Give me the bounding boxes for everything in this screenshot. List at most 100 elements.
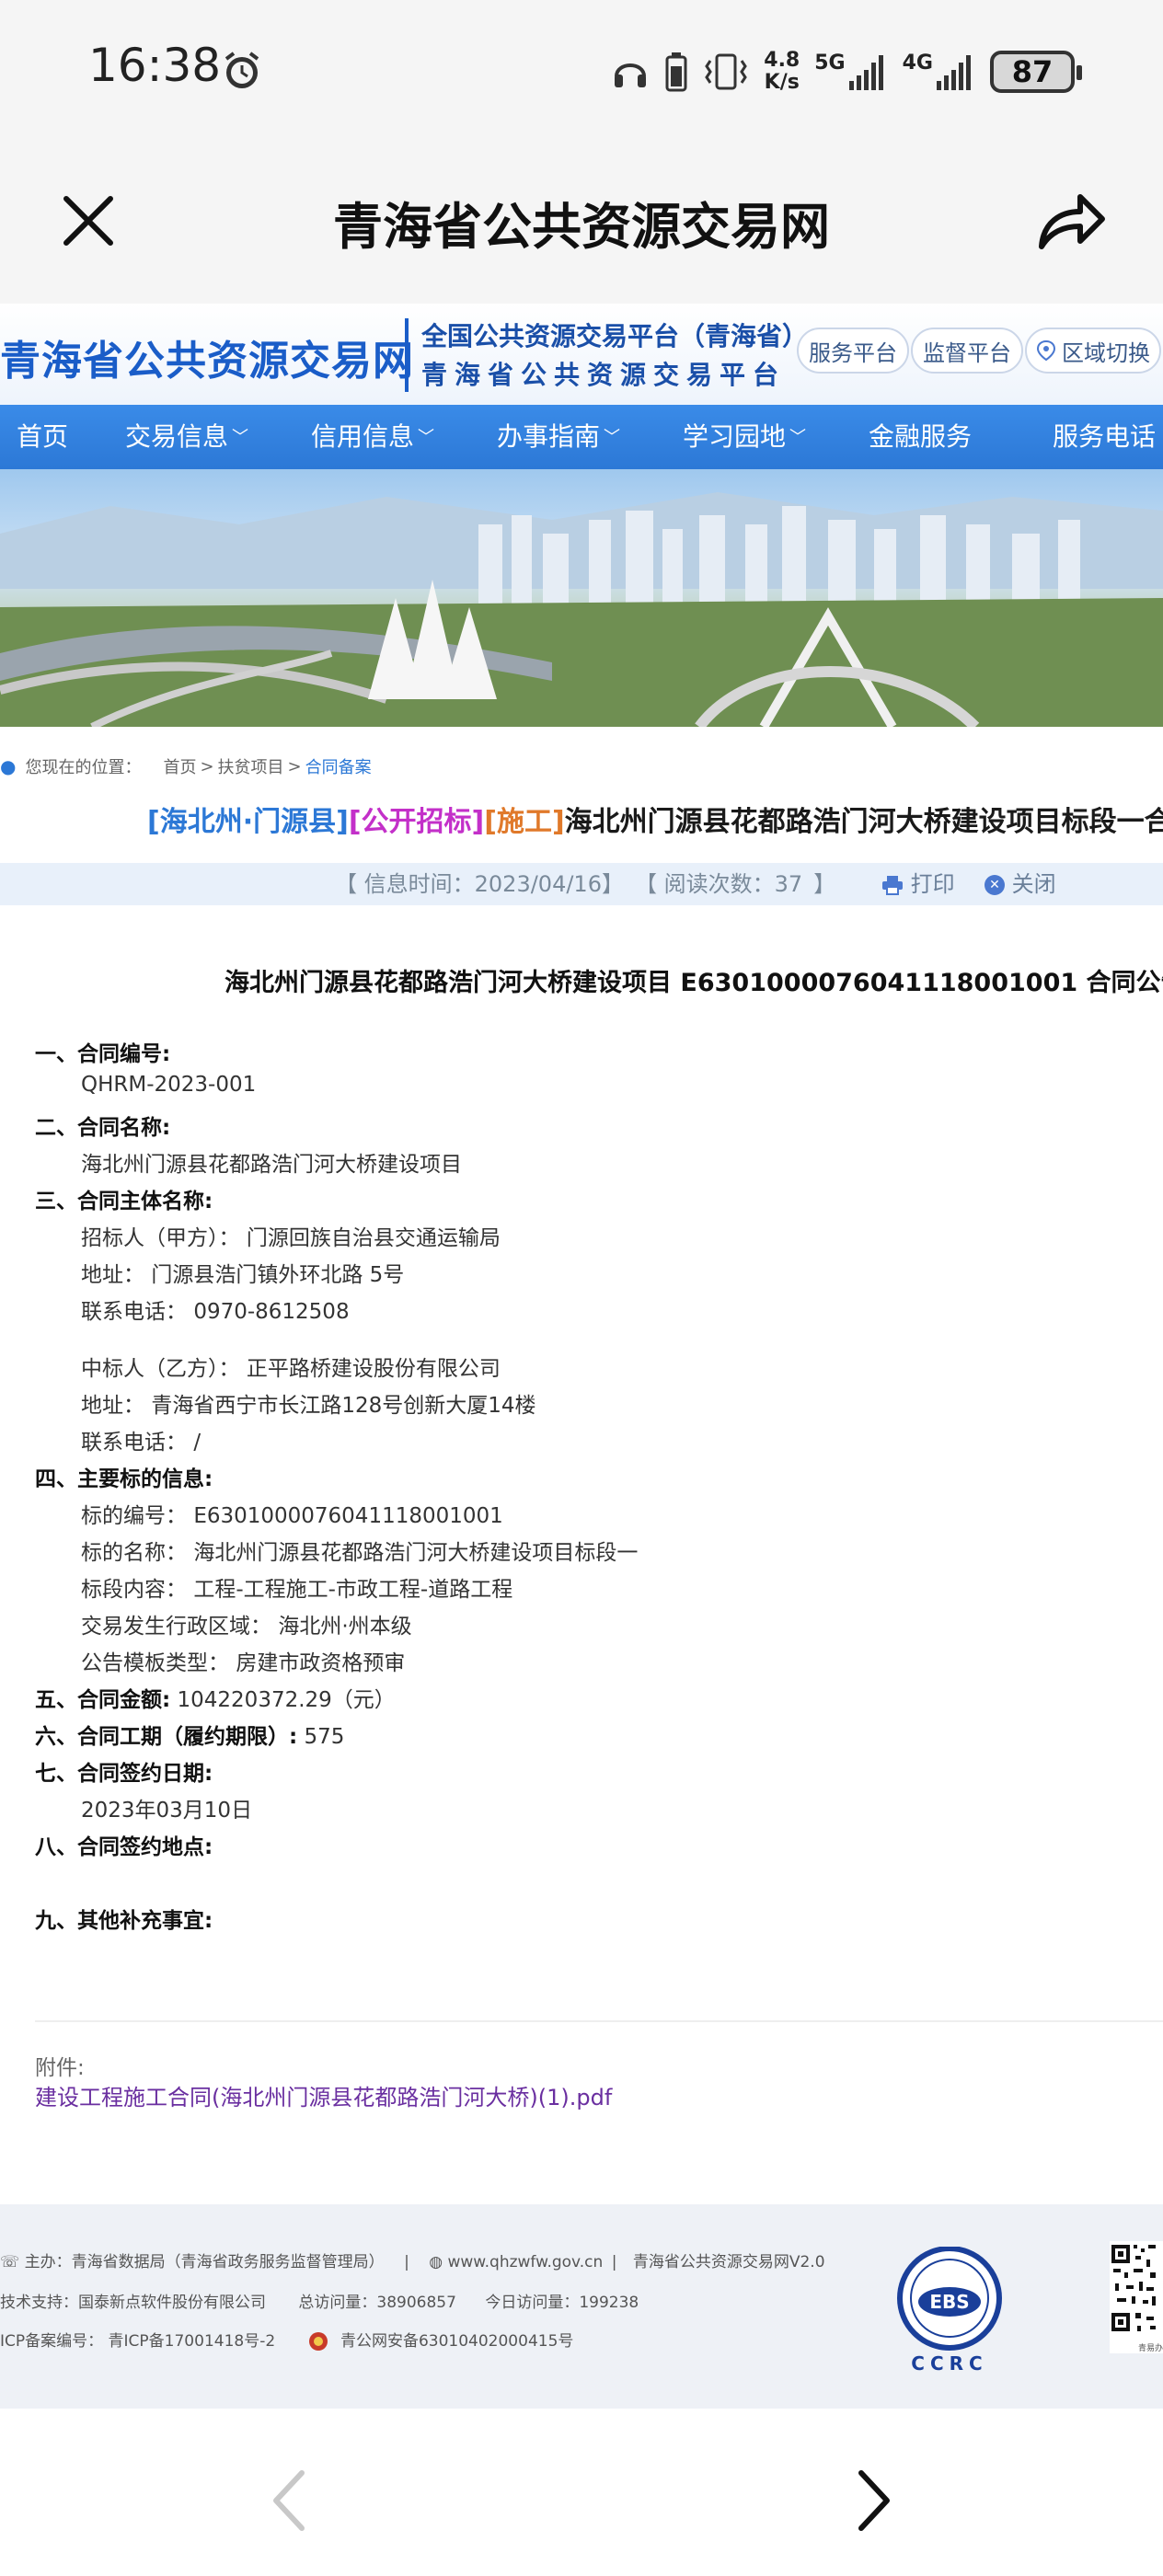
qr-code-icon [1111,2245,1156,2331]
site-header: 青海省公共资源交易网 全国公共资源交易平台（青海省） 青海省公共资源交易平台 服… [0,304,1163,405]
contract-duration: 六、合同工期（履约期限）: 575 [35,1725,345,1749]
bottom-nav [0,2409,1163,2576]
svg-text:EBS: EBS [929,2291,969,2313]
read-count: 【 阅读次数：37】 [635,871,836,897]
party-a-phone: 联系电话： 0970-8612508 [81,1300,350,1324]
nav-item-home[interactable]: 首页 [17,405,68,469]
printer-icon [882,876,903,895]
footer-row-1: ☏ 主办：青海省数据局（青海省政务服务监督管理局） | ◍ www.qhzwfw… [0,2253,825,2271]
headphones-icon [615,63,647,87]
breadcrumb-item-poverty[interactable]: 扶贫项目 [218,754,284,778]
status-bar: 16:38 4.8 K/s 5G 4G 87 [0,0,1163,147]
article-title-text: 海北州门源县花都路浩门河大桥建设项目标段一合同 [564,806,1163,838]
breadcrumb-separator: > [287,756,302,776]
nav-item-guide[interactable]: 办事指南 ﹀ [497,405,620,469]
close-page-button[interactable]: ✕ 关闭 [985,863,1056,905]
breadcrumb-item-current[interactable]: 合同备案 [305,754,372,778]
chevron-left-icon[interactable] [263,2464,318,2537]
footer-row-2: 技术支持：国泰新点软件股份有限公司 总访问量：38906857 今日访问量：19… [0,2294,639,2312]
party-a: 招标人（甲方）： 门源回族自治县交通运输局 [81,1226,501,1250]
section-2-label: 二、合同名称: [35,1116,171,1140]
breadcrumb-prefix: 您现在的位置： [25,758,142,777]
site-footer: ☏ 主办：青海省数据局（青海省政务服务监督管理局） | ◍ www.qhzwfw… [0,2204,1163,2409]
qr-code: 青易办 [1110,2241,1163,2353]
section-4-label: 四、主要标的信息: [35,1467,213,1491]
signal-5g: 5G [814,52,887,92]
alarm-icon [225,52,259,88]
status-time: 16:38 [88,39,222,92]
location-pin-icon [1036,339,1056,362]
site-subtitle-1: 全国公共资源交易平台（青海省） [421,321,809,351]
contract-number: QHRM-2023-001 [81,1073,257,1097]
signal-4g: 4G [903,52,975,92]
ccrc-badge-icon[interactable]: EBS CCRC [894,2247,1014,2375]
vibrate-icon [705,53,748,90]
region-switch-button[interactable]: 区域切换 [1025,328,1161,374]
template-type: 公告模板类型： 房建市政资格预审 [81,1651,406,1675]
article-info-bar: 【 信息时间：2023/04/16】 【 阅读次数：37】 打印 ✕ 关闭 [0,863,1163,905]
contract-heading: 海北州门源县花都路浩门河大桥建设项目 E63010000760411180010… [225,969,1163,997]
party-b: 中标人（乙方）： 正平路桥建设股份有限公司 [81,1357,501,1381]
nav-item-finance[interactable]: 金融服务 [869,405,972,469]
signal-icon [848,55,883,90]
phone-icon: ☏ [0,2253,20,2271]
qr-caption: 青易办 [1137,2344,1163,2353]
share-icon[interactable] [1029,180,1111,263]
section-1-label: 一、合同编号: [35,1042,171,1066]
breadcrumb: ● 您现在的位置： 首页 > 扶贫项目 > 合同备案 [0,753,372,780]
city-banner-image [0,469,1163,727]
footer-row-3: ICP备案编号： 青ICP备17001418号-2 青公网安备630104020… [0,2332,574,2351]
nav-item-credit-info[interactable]: 信用信息 ﹀ [311,405,434,469]
party-b-address: 地址： 青海省西宁市长江路128号创新大厦14楼 [81,1394,536,1418]
chevron-down-icon: ﹀ [232,428,249,447]
section-9-label: 九、其他补充事宜: [35,1909,213,1933]
trade-region: 交易发生行政区域： 海北州·州本级 [81,1615,412,1639]
nav-item-phone[interactable]: 服务电话 [1053,405,1156,469]
signal-icon [937,55,971,90]
status-icons: 4.8 K/s 5G 4G 87 [611,46,1082,98]
service-platform-button[interactable]: 服务平台 [797,328,909,374]
chevron-down-icon: ﹀ [604,428,621,447]
police-emblem-icon [308,2332,333,2351]
article-title: [海北州·门源县][公开招标][施工]海北州门源县花都路浩门河大桥建设项目标段一… [147,799,1163,839]
bid-content: 标段内容： 工程-工程施工-市政工程-道路工程 [81,1578,513,1602]
party-a-address: 地址： 门源县浩门镇外环北路 5号 [81,1263,405,1287]
location-pin-icon: ● [0,755,17,777]
nav-item-trade-info[interactable]: 交易信息 ﹀ [125,405,248,469]
section-7-label: 七、合同签约日期: [35,1762,213,1786]
region-tag: [海北州·门源县] [147,806,349,838]
section-8-label: 八、合同签约地点: [35,1835,213,1859]
app-header: 青海省公共资源交易网 [0,147,1163,304]
globe-icon: ◍ [429,2253,443,2271]
section-3-label: 三、合同主体名称: [35,1190,213,1213]
chevron-right-icon[interactable] [845,2464,900,2537]
bid-number: 标的编号： E6301000076041118001001 [81,1504,503,1528]
project-kind-tag: [施工] [484,806,565,838]
contract-amount: 五、合同金额: 104220372.29（元） [35,1688,396,1712]
bid-name: 标的名称： 海北州门源县花都路浩门河大桥建设项目标段一 [81,1541,639,1565]
sign-date: 2023年03月10日 [81,1799,253,1823]
site-logo[interactable]: 青海省公共资源交易网 [0,328,414,386]
screen: 16:38 4.8 K/s 5G 4G 87 青海省公共资源交易网 青海省公共资… [0,0,1163,2576]
svg-text:CCRC: CCRC [911,2352,987,2375]
contract-name: 海北州门源县花都路浩门河大桥建设项目 [81,1153,462,1177]
battery-indicator: 87 [990,51,1082,93]
attachment-link[interactable]: 建设工程施工合同(海北州门源县花都路浩门河大桥)(1).pdf [35,2079,612,2111]
attachment-label: 附件: [35,2056,85,2080]
logo-divider [405,318,409,392]
print-button[interactable]: 打印 [881,863,955,905]
battery-small-icon [665,52,687,92]
chevron-down-icon: ﹀ [789,428,807,447]
breadcrumb-separator: > [200,756,214,776]
procurement-type-tag: [公开招标] [348,806,485,838]
close-circle-icon: ✕ [985,875,1005,895]
info-time: 【 信息时间：2023/04/16】 [335,871,624,897]
app-title: 青海省公共资源交易网 [333,198,830,256]
main-nav: 首页 交易信息 ﹀ 信用信息 ﹀ 办事指南 ﹀ 学习园地 ﹀ 金融服务 服务电话 [0,405,1163,469]
attachment-divider [35,2020,1163,2022]
banner-illustration [0,492,1163,727]
nav-item-learning[interactable]: 学习园地 ﹀ [683,405,806,469]
chevron-down-icon: ﹀ [418,428,435,447]
breadcrumb-item-home[interactable]: 首页 [163,754,196,778]
supervision-platform-button[interactable]: 监督平台 [911,328,1023,374]
